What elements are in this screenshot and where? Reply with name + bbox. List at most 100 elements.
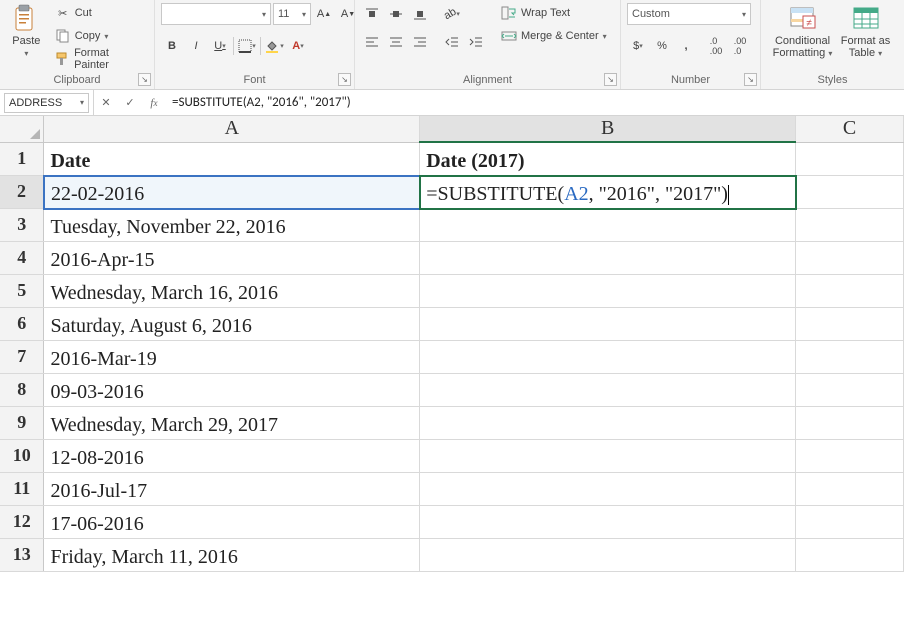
cell-A7[interactable]: 2016-Mar-19 bbox=[44, 340, 420, 373]
copy-button[interactable]: Copy ▾ bbox=[51, 26, 148, 46]
paste-button[interactable]: Paste▾ bbox=[6, 3, 47, 61]
row-header[interactable]: 1 bbox=[0, 142, 44, 175]
fill-color-button[interactable]: ▾ bbox=[263, 35, 285, 57]
cell-A4[interactable]: 2016-Apr-15 bbox=[44, 241, 420, 274]
increase-font-button[interactable]: A▲ bbox=[313, 3, 335, 25]
borders-button[interactable]: ▾ bbox=[236, 35, 258, 57]
cell-C4[interactable] bbox=[796, 241, 904, 274]
font-name-select[interactable]: ▾ bbox=[161, 3, 271, 25]
cell-A13[interactable]: Friday, March 11, 2016 bbox=[44, 538, 420, 571]
increase-indent-button[interactable] bbox=[465, 31, 487, 53]
font-size-select[interactable]: 11 ▾ bbox=[273, 3, 311, 25]
cell-B1[interactable]: Date (2017) bbox=[420, 142, 796, 175]
row-header[interactable]: 2 bbox=[0, 175, 44, 208]
orientation-button[interactable]: ab▾ bbox=[441, 3, 463, 25]
clipboard-dialog-launcher[interactable]: ↘ bbox=[138, 73, 151, 86]
align-center-button[interactable] bbox=[385, 31, 407, 53]
formula-cell-ref: A2 bbox=[564, 183, 588, 205]
column-header-c[interactable]: C bbox=[796, 116, 904, 142]
cell-C1[interactable] bbox=[796, 142, 904, 175]
row-header[interactable]: 8 bbox=[0, 373, 44, 406]
group-title-clipboard: Clipboard bbox=[0, 72, 154, 89]
cell-C11[interactable] bbox=[796, 472, 904, 505]
row-header[interactable]: 5 bbox=[0, 274, 44, 307]
cell-A10[interactable]: 12-08-2016 bbox=[44, 439, 420, 472]
number-format-select[interactable]: Custom ▾ bbox=[627, 3, 751, 25]
cell-A2[interactable]: 22-02-2016 bbox=[44, 175, 420, 208]
row-header[interactable]: 7 bbox=[0, 340, 44, 373]
cell-B5[interactable] bbox=[420, 274, 796, 307]
align-right-button[interactable] bbox=[409, 31, 431, 53]
cell-A9[interactable]: Wednesday, March 29, 2017 bbox=[44, 406, 420, 439]
format-painter-button[interactable]: Format Painter bbox=[51, 49, 148, 69]
comma-format-button[interactable]: , bbox=[675, 35, 697, 57]
row-header[interactable]: 11 bbox=[0, 472, 44, 505]
insert-function-button[interactable]: fx bbox=[142, 92, 166, 114]
cell-A11[interactable]: 2016-Jul-17 bbox=[44, 472, 420, 505]
row-header[interactable]: 9 bbox=[0, 406, 44, 439]
alignment-dialog-launcher[interactable]: ↘ bbox=[604, 73, 617, 86]
row-header[interactable]: 3 bbox=[0, 208, 44, 241]
align-bottom-button[interactable] bbox=[409, 3, 431, 25]
cell-A3[interactable]: Tuesday, November 22, 2016 bbox=[44, 208, 420, 241]
percent-format-button[interactable]: % bbox=[651, 35, 673, 57]
cell-B10[interactable] bbox=[420, 439, 796, 472]
cell-B6[interactable] bbox=[420, 307, 796, 340]
row-header[interactable]: 12 bbox=[0, 505, 44, 538]
cell-C7[interactable] bbox=[796, 340, 904, 373]
decrease-indent-button[interactable] bbox=[441, 31, 463, 53]
font-color-button[interactable]: A ▾ bbox=[287, 35, 309, 57]
chevron-down-icon: ▾ bbox=[104, 32, 108, 41]
decrease-decimal-button[interactable]: .00.0 bbox=[729, 35, 751, 57]
cell-C6[interactable] bbox=[796, 307, 904, 340]
name-box[interactable]: ADDRESS ▾ bbox=[4, 93, 89, 113]
formula-input[interactable] bbox=[166, 92, 904, 114]
accounting-format-button[interactable]: $▾ bbox=[627, 35, 649, 57]
align-left-button[interactable] bbox=[361, 31, 383, 53]
cell-B8[interactable] bbox=[420, 373, 796, 406]
align-middle-button[interactable] bbox=[385, 3, 407, 25]
align-top-button[interactable] bbox=[361, 3, 383, 25]
column-header-b[interactable]: B bbox=[420, 116, 796, 142]
font-dialog-launcher[interactable]: ↘ bbox=[338, 73, 351, 86]
cell-B11[interactable] bbox=[420, 472, 796, 505]
cell-C12[interactable] bbox=[796, 505, 904, 538]
cell-B3[interactable] bbox=[420, 208, 796, 241]
select-all-corner[interactable] bbox=[0, 116, 44, 142]
worksheet-grid[interactable]: A B C 1 Date Date (2017) 2 22-02-2016 =S… bbox=[0, 116, 904, 617]
cell-A6[interactable]: Saturday, August 6, 2016 bbox=[44, 307, 420, 340]
conditional-formatting-button[interactable]: ≠ Conditional Formatting ▾ bbox=[770, 3, 836, 61]
cell-B7[interactable] bbox=[420, 340, 796, 373]
number-dialog-launcher[interactable]: ↘ bbox=[744, 73, 757, 86]
cell-C5[interactable] bbox=[796, 274, 904, 307]
increase-decimal-button[interactable]: .0.00 bbox=[705, 35, 727, 57]
cell-B9[interactable] bbox=[420, 406, 796, 439]
cell-C2[interactable] bbox=[796, 175, 904, 208]
cell-A8[interactable]: 09-03-2016 bbox=[44, 373, 420, 406]
cut-button[interactable]: ✂ Cut bbox=[51, 3, 148, 23]
bold-button[interactable]: B bbox=[161, 35, 183, 57]
column-header-a[interactable]: A bbox=[44, 116, 420, 142]
cell-B4[interactable] bbox=[420, 241, 796, 274]
cell-B13[interactable] bbox=[420, 538, 796, 571]
enter-formula-button[interactable]: ✓ bbox=[118, 92, 142, 114]
row-header[interactable]: 6 bbox=[0, 307, 44, 340]
italic-button[interactable]: I bbox=[185, 35, 207, 57]
underline-button[interactable]: U▾ bbox=[209, 35, 231, 57]
cell-A12[interactable]: 17-06-2016 bbox=[44, 505, 420, 538]
row-header[interactable]: 13 bbox=[0, 538, 44, 571]
cell-A1[interactable]: Date bbox=[44, 142, 420, 175]
cell-C10[interactable] bbox=[796, 439, 904, 472]
cell-C9[interactable] bbox=[796, 406, 904, 439]
cell-B12[interactable] bbox=[420, 505, 796, 538]
text-cursor bbox=[728, 185, 729, 205]
row-header[interactable]: 10 bbox=[0, 439, 44, 472]
cell-C8[interactable] bbox=[796, 373, 904, 406]
cancel-formula-button[interactable]: ✕ bbox=[94, 92, 118, 114]
format-as-table-button[interactable]: Format as Table ▾ bbox=[836, 3, 896, 61]
cell-A5[interactable]: Wednesday, March 16, 2016 bbox=[44, 274, 420, 307]
cell-C13[interactable] bbox=[796, 538, 904, 571]
cell-C3[interactable] bbox=[796, 208, 904, 241]
cell-B2[interactable]: =SUBSTITUTE(A2, "2016", "2017") bbox=[420, 175, 796, 208]
row-header[interactable]: 4 bbox=[0, 241, 44, 274]
